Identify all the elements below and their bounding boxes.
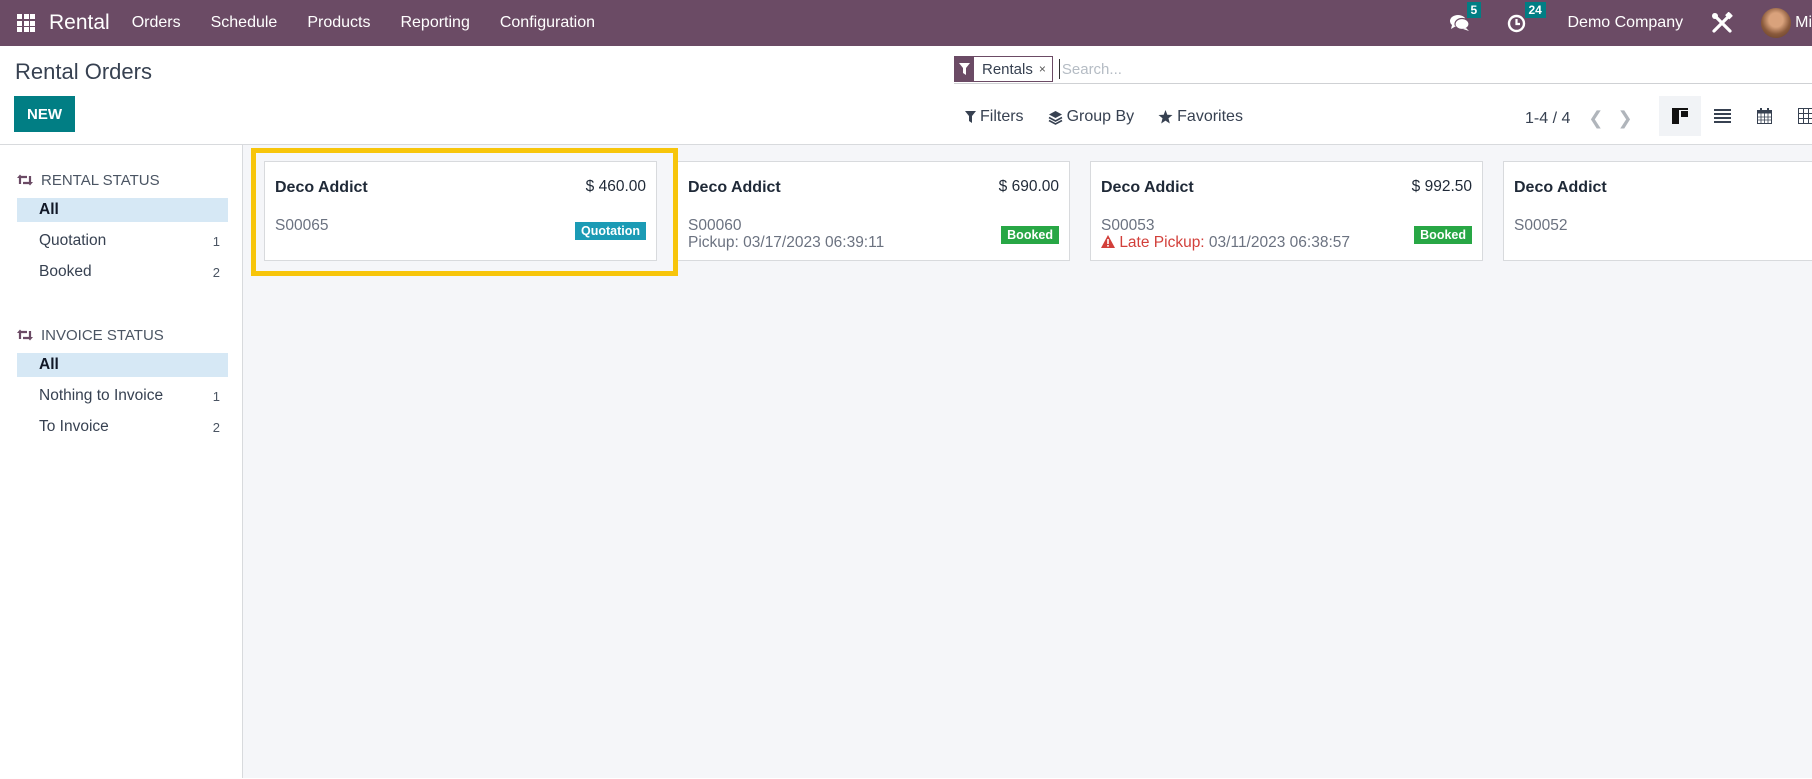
- star-icon: [1158, 110, 1173, 124]
- pager-next-button[interactable]: ❯: [1617, 108, 1632, 129]
- status-badge: Booked: [1001, 226, 1059, 244]
- menu-schedule[interactable]: Schedule: [211, 14, 278, 32]
- company-switcher[interactable]: Demo Company: [1568, 14, 1684, 32]
- messages-button[interactable]: 5: [1449, 2, 1482, 32]
- order-reference: S00053: [1101, 217, 1155, 234]
- control-panel: Rental Orders NEW Rentals × Filters Grou…: [0, 46, 1812, 145]
- user-avatar[interactable]: [1761, 8, 1792, 38]
- order-reference: S00052: [1514, 217, 1568, 234]
- apps-menu-button[interactable]: [8, 14, 44, 32]
- filter-icon: [955, 56, 974, 82]
- filter-count: 1: [212, 388, 220, 404]
- filter-invoice-nothing[interactable]: Nothing to Invoice 1: [17, 384, 228, 408]
- filter-rental-quotation[interactable]: Quotation 1: [17, 229, 228, 253]
- rental-order-card[interactable]: Deco Addict $ 690.00 S00060 Pickup: 03/1…: [677, 161, 1070, 261]
- filters-button[interactable]: Filters: [965, 108, 1024, 126]
- rental-order-card[interactable]: Deco Addict $ 460.00 S00065 Quotation: [264, 161, 657, 261]
- clock-icon: [1507, 14, 1525, 32]
- search-panel: RENTAL STATUS All Quotation 1 Booked 2 I…: [0, 145, 243, 778]
- filter-label: All: [39, 201, 59, 218]
- pickup-label: Pickup:: [688, 234, 744, 251]
- order-amount: $ 690.00: [998, 178, 1059, 195]
- order-reference: S00060: [688, 217, 742, 234]
- order-amount: $ 460.00: [585, 178, 646, 195]
- list-icon: [1713, 109, 1731, 123]
- group-by-label: Group By: [1066, 108, 1135, 125]
- customer-name: Deco Addict: [1514, 179, 1607, 196]
- group-by-button[interactable]: Group By: [1048, 108, 1135, 126]
- search-facet-rentals: Rentals ×: [954, 56, 1053, 82]
- top-navbar: Rental Orders Schedule Products Reportin…: [0, 0, 1812, 46]
- user-name[interactable]: Mi: [1795, 14, 1812, 32]
- calendar-view-button[interactable]: [1743, 96, 1785, 136]
- new-button[interactable]: NEW: [14, 96, 75, 132]
- menu-reporting[interactable]: Reporting: [400, 14, 469, 32]
- grid-icon: [17, 14, 35, 32]
- section-title: INVOICE STATUS: [41, 326, 164, 344]
- menu-orders[interactable]: Orders: [132, 14, 181, 32]
- menu-products[interactable]: Products: [307, 14, 370, 32]
- filter-label: All: [39, 356, 59, 373]
- layers-icon: [1048, 110, 1062, 125]
- late-pickup-label: Late Pickup:: [1119, 234, 1209, 251]
- kanban-view: Deco Addict $ 460.00 S00065 Quotation De…: [243, 145, 1812, 778]
- messages-badge: 5: [1466, 2, 1482, 18]
- customer-name: Deco Addict: [688, 179, 781, 196]
- activities-badge: 24: [1524, 1, 1546, 18]
- late-pickup-line: Late Pickup: 03/11/2023 06:38:57: [1101, 234, 1350, 251]
- filter-label: Quotation: [39, 232, 107, 249]
- search-input[interactable]: [1058, 59, 1559, 79]
- status-badge: Booked: [1414, 226, 1472, 244]
- calendar-icon: [1756, 108, 1772, 124]
- facet-label: Rentals: [982, 60, 1033, 78]
- filters-label: Filters: [980, 108, 1024, 125]
- filter-label: Nothing to Invoice: [39, 387, 164, 404]
- menu-configuration[interactable]: Configuration: [500, 14, 595, 32]
- status-badge: Quotation: [574, 222, 646, 240]
- rental-order-card[interactable]: Deco Addict $ 992.50 S00053 Late Pickup:…: [1090, 161, 1483, 261]
- filter-count: 2: [212, 419, 220, 435]
- filter-invoice-all[interactable]: All: [17, 353, 228, 377]
- section-title: RENTAL STATUS: [41, 171, 160, 189]
- customer-name: Deco Addict: [1101, 179, 1194, 196]
- filter-label: Booked: [39, 263, 92, 280]
- filter-rental-booked[interactable]: Booked 2: [17, 260, 228, 284]
- view-switcher: [1659, 96, 1812, 136]
- warning-icon: [1101, 235, 1115, 248]
- customer-name: Deco Addict: [275, 179, 368, 196]
- filter-label: To Invoice: [39, 418, 109, 435]
- filter-rental-all[interactable]: All: [17, 198, 228, 222]
- pickup-date: 03/11/2023 06:38:57: [1208, 234, 1350, 251]
- filter-count: 2: [212, 264, 220, 280]
- order-reference: S00065: [275, 217, 329, 234]
- kanban-icon: [1672, 108, 1688, 124]
- pager-value[interactable]: 1-4 / 4: [1525, 110, 1570, 128]
- kanban-view-button[interactable]: [1659, 96, 1701, 136]
- facet-remove-icon[interactable]: ×: [1039, 62, 1052, 76]
- filter-invoice-to-invoice[interactable]: To Invoice 2: [17, 415, 228, 439]
- pager-previous-button[interactable]: ❮: [1588, 108, 1603, 129]
- pickup-line: Pickup: 03/17/2023 06:39:11: [688, 234, 884, 251]
- favorites-label: Favorites: [1177, 108, 1243, 125]
- rental-order-card[interactable]: Deco Addict $ S00052: [1503, 161, 1812, 261]
- pivot-view-button[interactable]: [1785, 96, 1812, 136]
- page-title: Rental Orders: [15, 59, 152, 84]
- debug-tools-button[interactable]: [1711, 12, 1733, 34]
- rental-status-header: RENTAL STATUS: [17, 169, 242, 191]
- retweet-icon: [17, 174, 33, 186]
- filter-count: 1: [212, 233, 220, 249]
- activities-button[interactable]: 24: [1507, 1, 1546, 33]
- retweet-icon: [17, 329, 33, 341]
- order-amount: $ 992.50: [1411, 178, 1472, 195]
- app-name[interactable]: Rental: [49, 11, 110, 35]
- favorites-button[interactable]: Favorites: [1158, 108, 1243, 126]
- invoice-status-header: INVOICE STATUS: [17, 324, 242, 346]
- pickup-date: 03/17/2023 06:39:11: [743, 234, 885, 251]
- filter-icon: [965, 110, 976, 123]
- tools-icon: [1712, 12, 1733, 33]
- pivot-icon: [1798, 108, 1812, 124]
- search-bar: Rentals ×: [954, 55, 1812, 84]
- list-view-button[interactable]: [1701, 96, 1743, 136]
